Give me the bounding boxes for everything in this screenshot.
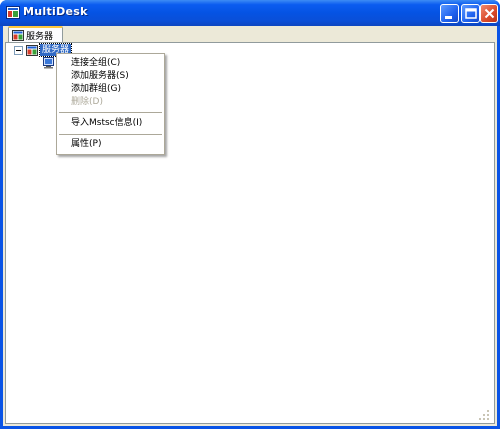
close-button[interactable] <box>480 4 498 23</box>
menu-separator <box>59 112 162 113</box>
minimize-icon <box>445 16 452 19</box>
computer-icon <box>43 57 54 69</box>
tab-servers[interactable]: 服务器 <box>8 26 63 42</box>
tree-collapse-toggle[interactable] <box>14 46 23 55</box>
tab-label: 服务器 <box>26 32 54 42</box>
title-bar[interactable]: MultiDesk <box>0 0 500 26</box>
resize-grip-icon <box>479 410 489 420</box>
menu-item-import-mstsc[interactable]: 导入Mstsc信息(I) <box>71 117 142 130</box>
maximize-icon <box>465 8 477 19</box>
server-group-icon <box>26 45 38 56</box>
menu-separator <box>59 134 162 135</box>
minimize-button[interactable] <box>440 4 459 23</box>
resize-grip[interactable] <box>477 408 491 422</box>
context-menu: 连接全组(C) 添加服务器(S) 添加群组(G) 删除(D) 导入Mstsc信息… <box>56 53 165 155</box>
close-icon <box>484 8 495 19</box>
app-icon <box>6 6 20 19</box>
menu-item-connect-all[interactable]: 连接全组(C) <box>71 57 120 70</box>
menu-item-properties[interactable]: 属性(P) <box>71 138 101 151</box>
maximize-button[interactable] <box>461 4 480 23</box>
menu-item-add-server[interactable]: 添加服务器(S) <box>71 70 129 83</box>
menu-item-delete: 删除(D) <box>71 97 103 107</box>
window-title: MultiDesk <box>23 5 88 18</box>
tab-bar: 服务器 <box>3 26 497 42</box>
server-group-icon <box>12 30 24 41</box>
menu-item-add-group[interactable]: 添加群组(G) <box>71 83 121 96</box>
